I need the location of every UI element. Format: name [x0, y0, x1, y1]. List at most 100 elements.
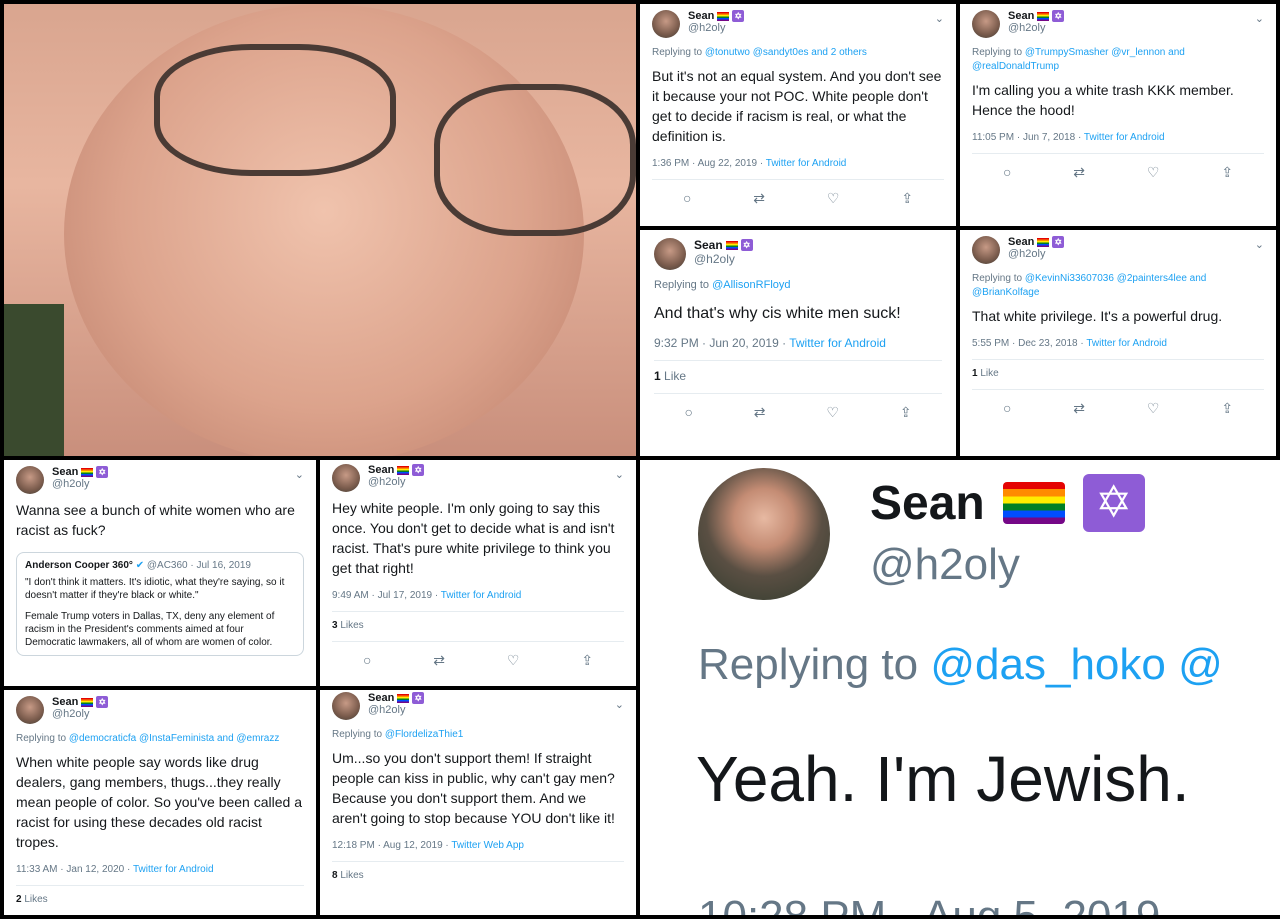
user-name[interactable]: Sean	[52, 466, 78, 478]
share-icon[interactable]: ⇪	[900, 404, 912, 421]
tweet-time[interactable]: 9:32 PM · Jun 20, 2019 ·	[654, 336, 789, 350]
user-handle[interactable]: @h2oly	[1008, 22, 1064, 34]
retweet-icon[interactable]: ⇄	[433, 652, 445, 669]
avatar[interactable]	[16, 466, 44, 494]
share-icon[interactable]: ⇪	[581, 652, 593, 669]
user-handle[interactable]: @h2oly	[52, 478, 108, 490]
reply-label: Replying to	[16, 733, 69, 744]
like-icon[interactable]: ♡	[1147, 164, 1160, 181]
reply-mentions[interactable]: @das_hoko @	[930, 640, 1222, 689]
retweet-icon[interactable]: ⇄	[754, 404, 766, 421]
likes-count[interactable]: 8 Likes	[332, 861, 624, 881]
like-icon[interactable]: ♡	[827, 190, 840, 207]
tweet-time[interactable]: 11:33 AM · Jan 12, 2020 ·	[16, 864, 133, 875]
share-icon[interactable]: ⇪	[901, 190, 913, 207]
tweet-source[interactable]: Twitter for Android	[789, 336, 886, 350]
user-handle[interactable]: @h2oly	[1008, 248, 1064, 260]
quoted-user-name: Anderson Cooper 360°	[25, 560, 133, 571]
user-name[interactable]: Sean	[368, 464, 394, 476]
chevron-down-icon[interactable]: ⌄	[295, 468, 304, 481]
tweet-time[interactable]: 5:55 PM · Dec 23, 2018 ·	[972, 338, 1086, 349]
tweet-source[interactable]: Twitter for Android	[766, 158, 847, 169]
share-icon[interactable]: ⇪	[1221, 164, 1233, 181]
likes-count[interactable]: 3 Likes	[332, 611, 624, 631]
reply-icon[interactable]: ○	[1003, 400, 1011, 417]
tweet-source[interactable]: Twitter for Android	[1084, 132, 1165, 143]
reply-icon[interactable]: ○	[1003, 164, 1011, 181]
user-handle[interactable]: @h2oly	[52, 708, 108, 720]
avatar[interactable]	[652, 10, 680, 38]
tweet-time[interactable]: 11:05 PM · Jun 7, 2018 ·	[972, 132, 1084, 143]
user-name[interactable]: Sean	[1008, 10, 1034, 22]
star-of-david-icon: ✡	[732, 10, 745, 22]
user-name[interactable]: Sean	[688, 10, 714, 22]
user-handle[interactable]: @h2oly	[870, 540, 1020, 590]
profile-photo	[4, 4, 636, 456]
reply-mentions[interactable]: @FlordelizaThie1	[385, 729, 464, 740]
tweet-header: Sean ✡ @h2oly	[16, 466, 304, 494]
reply-icon[interactable]: ○	[683, 190, 691, 207]
user-name[interactable]: Sean	[870, 476, 985, 531]
user-name[interactable]: Sean	[694, 238, 723, 252]
like-icon[interactable]: ♡	[826, 404, 839, 421]
tweet-meta: 9:49 AM · Jul 17, 2019 · Twitter for And…	[332, 590, 624, 601]
tweet-card-2: Sean ✡ @h2oly ⌄ Replying to @TrumpySmashe…	[960, 4, 1276, 226]
tweet-text: And that's why cis white men suck!	[654, 305, 901, 322]
avatar[interactable]	[16, 696, 44, 724]
reply-mentions[interactable]: @AllisonRFloyd	[712, 279, 790, 291]
tweet-meta: 9:32 PM · Jun 20, 2019 · Twitter for And…	[654, 336, 942, 350]
reply-label: Replying to	[332, 729, 385, 740]
user-handle[interactable]: @h2oly	[368, 476, 424, 488]
avatar[interactable]	[972, 236, 1000, 264]
like-icon[interactable]: ♡	[1147, 400, 1160, 417]
tweet-source[interactable]: Twitter for Android	[1086, 338, 1167, 349]
avatar[interactable]	[332, 692, 360, 720]
avatar[interactable]	[972, 10, 1000, 38]
tweet-text: Hey white people. I'm only going to say …	[332, 500, 615, 576]
likes-count[interactable]: 2 Likes	[16, 885, 304, 905]
tweet-time[interactable]: 12:18 PM · Aug 12, 2019 ·	[332, 840, 451, 851]
user-handle[interactable]: @h2oly	[688, 22, 744, 34]
tweet-meta: 11:05 PM · Jun 7, 2018 · Twitter for And…	[972, 132, 1264, 143]
user-name[interactable]: Sean	[52, 696, 78, 708]
rainbow-flag-icon	[81, 697, 94, 707]
chevron-down-icon[interactable]: ⌄	[1255, 238, 1264, 251]
chevron-down-icon[interactable]: ⌄	[935, 12, 944, 25]
zoomed-tweet: Sean ✡ @h2oly Replying to @das_hoko @ Ye…	[640, 460, 1280, 915]
chevron-down-icon[interactable]: ⌄	[615, 468, 624, 481]
rainbow-flag-icon	[725, 240, 738, 250]
star-of-david-icon: ✡	[412, 464, 425, 476]
like-icon[interactable]: ♡	[507, 652, 520, 669]
reply-mentions[interactable]: @tonutwo @sandyt0es and 2 others	[705, 47, 867, 58]
avatar[interactable]	[654, 238, 686, 270]
tweet-header: Sean ✡ @h2oly	[652, 10, 944, 38]
action-bar: ○ ⇄ ♡ ⇪	[332, 641, 624, 669]
quoted-tweet[interactable]: Anderson Cooper 360° ✔ @AC360 · Jul 16, …	[16, 552, 304, 656]
tweet-time[interactable]: 10:28 PM · Aug 5, 2019	[698, 892, 1160, 915]
reply-icon[interactable]: ○	[684, 404, 692, 421]
user-handle[interactable]: @h2oly	[368, 704, 424, 716]
retweet-icon[interactable]: ⇄	[1073, 164, 1085, 181]
rainbow-flag-icon	[81, 467, 94, 477]
tweet-time[interactable]: 1:36 PM · Aug 22, 2019 ·	[652, 158, 766, 169]
user-handle[interactable]: @h2oly	[694, 252, 753, 266]
tweet-time[interactable]: 9:49 AM · Jul 17, 2019 ·	[332, 590, 441, 601]
tweet-header: Sean ✡ @h2oly	[654, 238, 942, 270]
tweet-source[interactable]: Twitter for Android	[441, 590, 522, 601]
tweet-source[interactable]: Twitter for Android	[133, 864, 214, 875]
share-icon[interactable]: ⇪	[1221, 400, 1233, 417]
chevron-down-icon[interactable]: ⌄	[615, 698, 624, 711]
retweet-icon[interactable]: ⇄	[1073, 400, 1085, 417]
reply-mentions[interactable]: @democraticfa @InstaFeminista and @emraz…	[69, 733, 280, 744]
chevron-down-icon[interactable]: ⌄	[1255, 12, 1264, 25]
likes-count[interactable]: 1 Like	[654, 360, 942, 383]
avatar[interactable]	[332, 464, 360, 492]
likes-count[interactable]: 1 Like	[972, 359, 1264, 379]
tweet-source[interactable]: Twitter Web App	[451, 840, 524, 851]
reply-icon[interactable]: ○	[363, 652, 371, 669]
user-name[interactable]: Sean	[1008, 236, 1034, 248]
user-name[interactable]: Sean	[368, 692, 394, 704]
likes-label: Like	[977, 368, 999, 379]
retweet-icon[interactable]: ⇄	[753, 190, 765, 207]
avatar[interactable]	[698, 468, 830, 600]
